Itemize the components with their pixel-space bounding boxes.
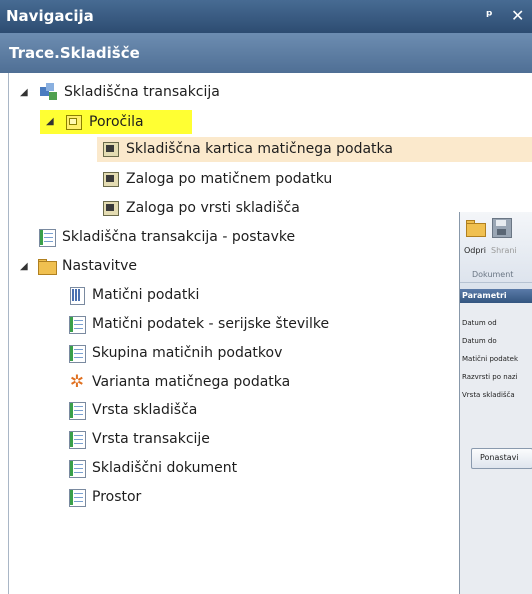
tree-item-skupina-maticnih-podatkov[interactable]: Skupina matičnih podatkov — [68, 341, 282, 365]
report-parameters-window: Odpri Shrani Dokument Parametri Datum od… — [459, 212, 532, 594]
reset-button-label: Ponastavi — [480, 453, 519, 462]
pin-icon[interactable]: ᵖ — [486, 8, 493, 24]
tree-item-skladiscna-transakcija-postavke[interactable]: Skladiščna transakcija - postavke — [38, 225, 295, 249]
tree-item-maticni-podatki[interactable]: Matični podatki — [68, 283, 199, 307]
navigation-subheader: Trace.Skladišče — [0, 33, 532, 73]
table-icon — [68, 459, 86, 478]
tree-item-vrsta-skladisca[interactable]: Vrsta skladišča — [68, 398, 197, 422]
calendar-table-icon — [68, 286, 86, 305]
tree-item-label: Nastavitve — [62, 258, 137, 274]
tree-item-label: Skupina matičnih podatkov — [92, 345, 283, 361]
tree-item-label: Poročila — [89, 114, 144, 130]
collapse-arrow-icon[interactable]: ◢ — [20, 87, 28, 98]
reset-button[interactable]: Ponastavi — [471, 448, 532, 469]
tree-item-zaloga-po-vrsti-skladisca[interactable]: Zaloga po vrsti skladišča — [102, 196, 300, 220]
variant-icon: ✲ — [69, 372, 85, 392]
tree-item-skladiscna-transakcija[interactable]: Skladiščna transakcija — [40, 80, 220, 104]
tree-item-label: Vrsta skladišča — [92, 402, 198, 418]
report-icon — [102, 140, 120, 158]
tree-item-label: Matični podatek - serijske številke — [92, 316, 330, 332]
transaction-icon — [40, 83, 58, 101]
field-maticni-podatek: Matični podatek — [462, 355, 519, 363]
tree-item-label: Varianta matičnega podatka — [92, 374, 291, 390]
save-icon — [492, 218, 512, 238]
table-icon — [38, 228, 56, 247]
collapse-arrow-icon[interactable]: ◢ — [20, 261, 28, 272]
tree-item-serijske-stevilke[interactable]: Matični podatek - serijske številke — [68, 312, 329, 336]
tree-item-label: Skladiščni dokument — [92, 460, 238, 476]
tree-item-skladiscni-dokument[interactable]: Skladiščni dokument — [68, 456, 237, 480]
tree-item-nastavitve[interactable]: Nastavitve — [38, 254, 137, 278]
tree-item-label: Vrsta transakcije — [92, 431, 210, 447]
navigation-title: Navigacija — [6, 7, 94, 25]
tree-item-label: Zaloga po vrsti skladišča — [126, 200, 300, 216]
open-button-label[interactable]: Odpri — [464, 246, 486, 255]
table-icon — [68, 488, 86, 507]
table-icon — [68, 315, 86, 334]
tree-item-label: Skladiščna kartica matičnega podatka — [126, 141, 393, 157]
field-datum-od: Datum od — [462, 319, 497, 327]
ribbon: Odpri Shrani Dokument — [460, 212, 532, 290]
tree-item-zaloga-po-maticnem-podatku[interactable]: Zaloga po matičnem podatku — [102, 167, 332, 191]
table-icon — [68, 430, 86, 449]
tree-item-label: Prostor — [92, 489, 142, 505]
panel-left-border — [8, 73, 9, 594]
collapse-arrow-icon[interactable]: ◢ — [46, 116, 54, 127]
tree-item-vrsta-transakcije[interactable]: Vrsta transakcije — [68, 427, 210, 451]
tree-item-porocila[interactable]: Poročila — [65, 110, 144, 134]
close-icon[interactable]: ✕ — [511, 6, 524, 25]
module-title: Trace.Skladišče — [9, 44, 140, 62]
ribbon-divider — [460, 282, 532, 283]
tree-item-varianta-maticnega-podatka[interactable]: ✲ Varianta matičnega podatka — [68, 370, 290, 394]
report-folder-icon — [65, 113, 83, 131]
tree-item-skladiscna-kartica[interactable]: Skladiščna kartica matičnega podatka — [102, 137, 393, 161]
ribbon-group-label: Dokument — [472, 270, 514, 279]
parameters-header: Parametri — [460, 289, 532, 303]
report-icon — [102, 199, 120, 217]
field-vrsta-skladisca: Vrsta skladišča — [462, 391, 515, 399]
table-icon — [68, 401, 86, 420]
tree-item-label: Zaloga po matičnem podatku — [126, 171, 333, 187]
tree-item-label: Skladiščna transakcija — [64, 84, 220, 100]
tree-item-label: Skladiščna transakcija - postavke — [62, 229, 296, 245]
navigation-titlebar: Navigacija ᵖ ✕ — [0, 0, 532, 33]
field-razvrsti: Razvrsti po nazi — [462, 373, 518, 381]
tree-item-prostor[interactable]: Prostor — [68, 485, 141, 509]
field-datum-do: Datum do — [462, 337, 497, 345]
save-button-label: Shrani — [491, 246, 517, 255]
tree-item-label: Matični podatki — [92, 287, 200, 303]
table-icon — [68, 344, 86, 363]
open-folder-icon[interactable] — [466, 218, 486, 237]
parameters-title: Parametri — [462, 291, 507, 300]
report-icon — [102, 170, 120, 188]
folder-icon — [38, 257, 57, 275]
